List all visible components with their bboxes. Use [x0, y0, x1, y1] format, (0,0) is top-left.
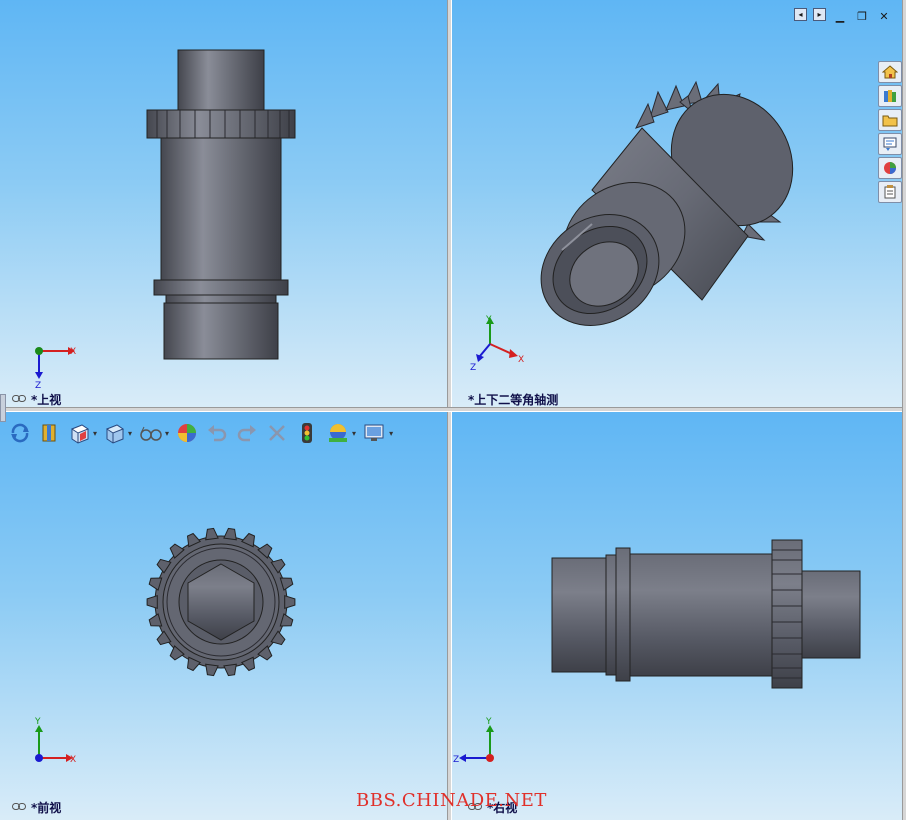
axis-y-label: Y	[485, 717, 492, 727]
gear-tooth	[205, 663, 219, 677]
traffic-light-icon[interactable]	[295, 421, 319, 445]
axis-triad-front: Y X	[34, 717, 76, 765]
axis-y-label: Y	[485, 315, 492, 325]
gear-tooth	[284, 595, 296, 609]
axis-triad: X Z	[35, 347, 76, 391]
viewport-iso-label: *上下二等角轴测	[468, 393, 559, 407]
rotate-view-icon[interactable]	[8, 421, 32, 445]
gear-tooth	[223, 527, 237, 541]
axis-y-label: Y	[34, 717, 41, 727]
hide-show-items-icon[interactable]: ▾	[138, 421, 169, 445]
custom-properties-icon[interactable]	[878, 181, 902, 203]
edit-appearance-icon[interactable]	[175, 421, 199, 445]
redo-icon[interactable]	[235, 421, 259, 445]
gear-tooth	[223, 663, 237, 677]
viewport-top[interactable]: X Z *上视	[0, 0, 447, 407]
window-edge	[902, 0, 906, 820]
apply-scene-icon[interactable]: ▾	[325, 421, 356, 445]
appearances-icon[interactable]	[878, 157, 902, 179]
heads-up-view-toolbar: ▾ ▾ ▾ ▾ ▾	[0, 416, 399, 450]
view-orientation-icon[interactable]: ▾	[68, 421, 97, 445]
display-style-icon[interactable]: ▾	[103, 421, 132, 445]
viewport-front-label: *前视	[31, 801, 62, 815]
home-icon[interactable]	[878, 61, 902, 83]
gear-tooth	[146, 595, 158, 609]
link-icon	[12, 803, 26, 810]
gear-tooth	[205, 527, 219, 541]
axis-triad-right: Y Z	[453, 717, 494, 765]
link-icon	[12, 395, 26, 402]
undo-icon[interactable]	[205, 421, 229, 445]
view-settings-icon[interactable]: ▾	[362, 421, 393, 445]
viewport-isometric[interactable]: ◂ ▸ ▁ ❐ ✕ Y X Z *上下二等角轴测	[452, 0, 906, 407]
file-explorer-icon[interactable]	[878, 109, 902, 131]
view-palette-icon[interactable]	[878, 133, 902, 155]
section-view-icon[interactable]	[38, 421, 62, 445]
design-library-icon[interactable]	[878, 85, 902, 107]
axis-z-label: Z	[453, 755, 459, 765]
watermark: BBS.CHINADE.NET	[356, 790, 547, 811]
horizontal-splitter[interactable]	[0, 407, 906, 412]
viewport-right[interactable]: Y Z *右视	[452, 412, 906, 820]
task-pane	[878, 61, 904, 205]
axis-x-label: X	[70, 755, 76, 765]
axis-x-label: X	[518, 355, 524, 365]
axis-z-label: Z	[35, 381, 41, 391]
axis-z-label: Z	[470, 363, 476, 373]
close-icon[interactable]	[265, 421, 289, 445]
axis-x-label: X	[70, 347, 76, 357]
viewport-front[interactable]: Y X *前视	[0, 412, 447, 820]
viewport-top-label: *上视	[31, 393, 62, 407]
axis-triad-iso: Y X Z	[470, 315, 524, 373]
